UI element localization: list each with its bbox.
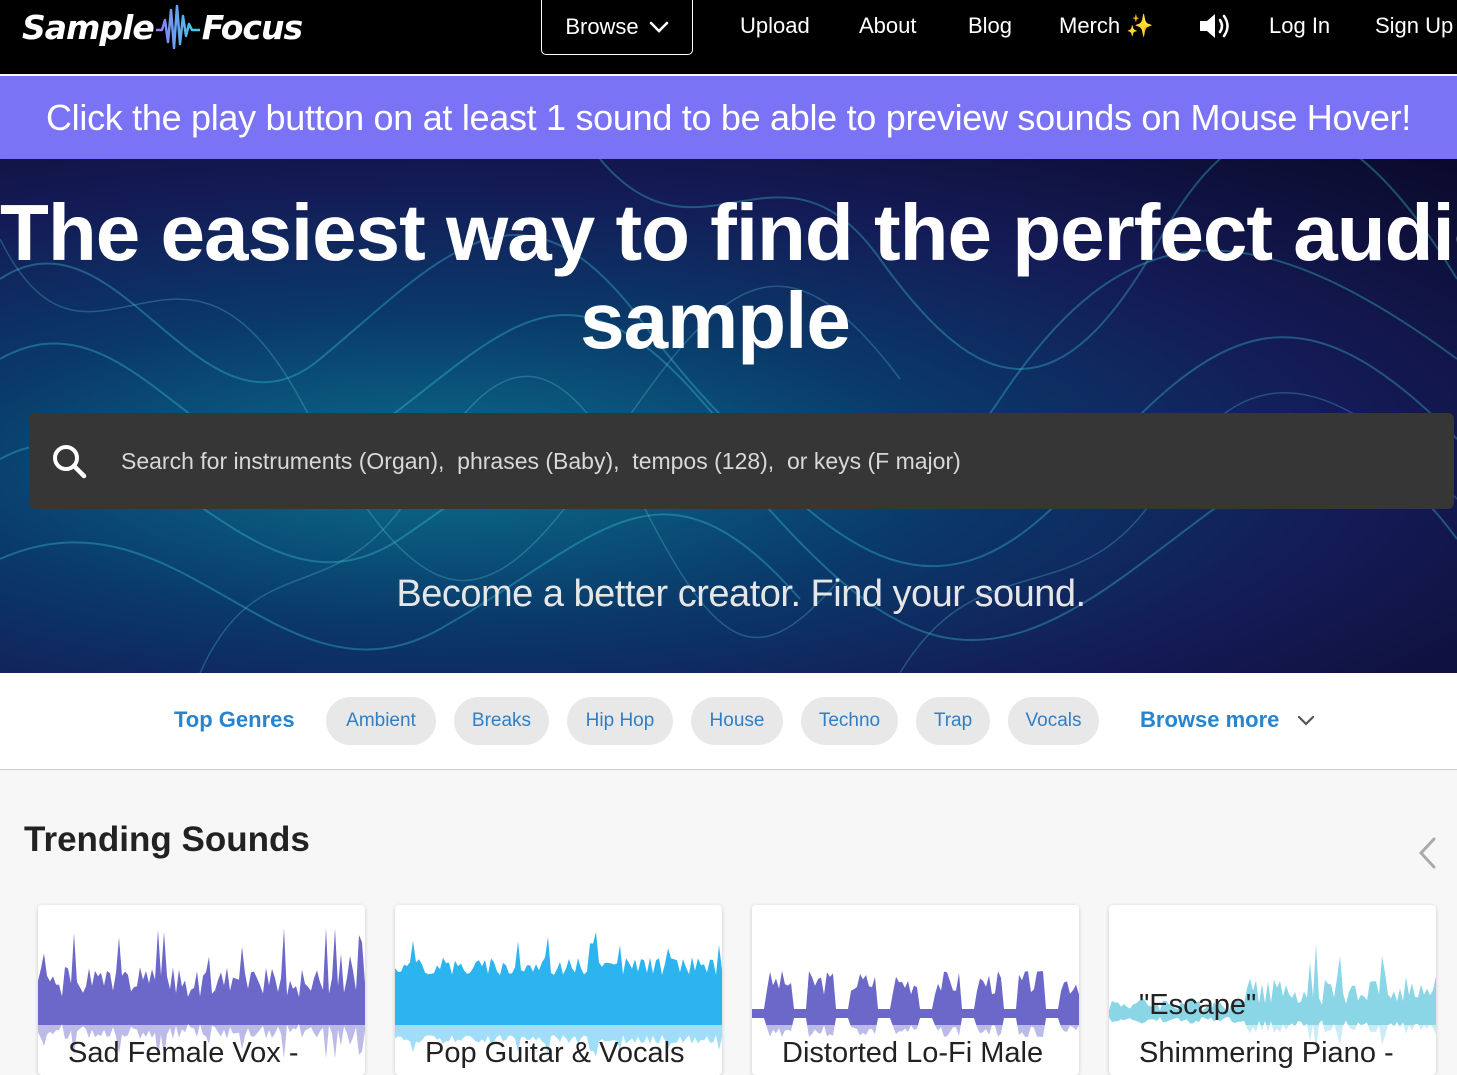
- search-icon[interactable]: [51, 443, 87, 479]
- samplefocus-logo[interactable]: Sample Focus: [22, 2, 303, 52]
- browse-dropdown-button[interactable]: Browse: [541, 0, 693, 55]
- genre-chip-breaks[interactable]: Breaks: [454, 697, 549, 745]
- sound-search-bar[interactable]: [29, 413, 1454, 509]
- chevron-down-icon: [649, 21, 668, 33]
- search-input[interactable]: [119, 446, 1454, 476]
- nav-merch-link[interactable]: Merch ✨: [1059, 0, 1154, 52]
- nav-login-link[interactable]: Log In: [1269, 0, 1330, 52]
- logo-text-left: Sample: [22, 7, 155, 47]
- genre-chip-trap[interactable]: Trap: [916, 697, 990, 745]
- nav-blog-link[interactable]: Blog: [968, 0, 1012, 52]
- top-genres-heading: Top Genres: [174, 707, 295, 732]
- browse-more-genres-button[interactable]: Browse more: [1140, 707, 1315, 733]
- sound-title: Distorted Lo-Fi Male: [782, 1037, 1044, 1069]
- browse-more-label: Browse more: [1140, 707, 1280, 732]
- top-genres-bar: Top Genres Ambient Breaks Hip Hop House …: [0, 673, 1457, 770]
- merch-label: Merch: [1059, 13, 1121, 38]
- top-navbar: Sample Focus Browse Upload About Blog Me…: [0, 0, 1457, 74]
- genre-chip-house[interactable]: House: [691, 697, 783, 745]
- hover-preview-banner: Click the play button on at least 1 soun…: [0, 76, 1457, 159]
- hero-tagline: Become a better creator. Find your sound…: [396, 573, 1086, 615]
- speaker-volume-icon: [1200, 14, 1229, 38]
- hero-headline-line2: sample: [580, 276, 851, 365]
- nav-about-link[interactable]: About: [859, 0, 917, 52]
- sound-toggle-button[interactable]: [1198, 0, 1234, 52]
- genre-chip-vocals[interactable]: Vocals: [1008, 697, 1099, 745]
- genre-chip-hip-hop[interactable]: Hip Hop: [567, 697, 673, 745]
- sound-title: Sad Female Vox -: [68, 1037, 299, 1069]
- nav-signup-link[interactable]: Sign Up: [1375, 0, 1453, 52]
- sound-title-line2: Shimmering Piano -: [1139, 1037, 1394, 1069]
- genre-chip-techno[interactable]: Techno: [801, 697, 898, 745]
- sound-title-line1: "Escape": [1139, 989, 1257, 1021]
- nav-upload-link[interactable]: Upload: [740, 0, 810, 52]
- trending-sound-card[interactable]: Distorted Lo-Fi Male: [752, 905, 1079, 1075]
- genre-chip-ambient[interactable]: Ambient: [326, 697, 436, 745]
- browse-label: Browse: [565, 14, 639, 39]
- trending-sound-card[interactable]: Pop Guitar & Vocals: [395, 905, 722, 1075]
- sparkles-icon: ✨: [1126, 13, 1154, 38]
- hero-headline: The easiest way to find the perfect audi…: [0, 189, 1457, 365]
- chevron-down-icon: [1298, 715, 1315, 726]
- carousel-prev-arrow-icon[interactable]: [1416, 836, 1438, 870]
- trending-sounds-heading: Trending Sounds: [24, 820, 310, 859]
- hero-section: The easiest way to find the perfect audi…: [0, 159, 1457, 673]
- hero-headline-line1: The easiest way to find the perfect audi…: [0, 188, 1457, 277]
- trending-sound-card[interactable]: Sad Female Vox -: [38, 905, 365, 1075]
- logo-text-right: Focus: [201, 7, 303, 47]
- trending-sound-card[interactable]: "Escape" Shimmering Piano -: [1109, 905, 1436, 1075]
- sound-title: Pop Guitar & Vocals: [425, 1037, 685, 1069]
- logo-waveform-icon: [155, 4, 200, 50]
